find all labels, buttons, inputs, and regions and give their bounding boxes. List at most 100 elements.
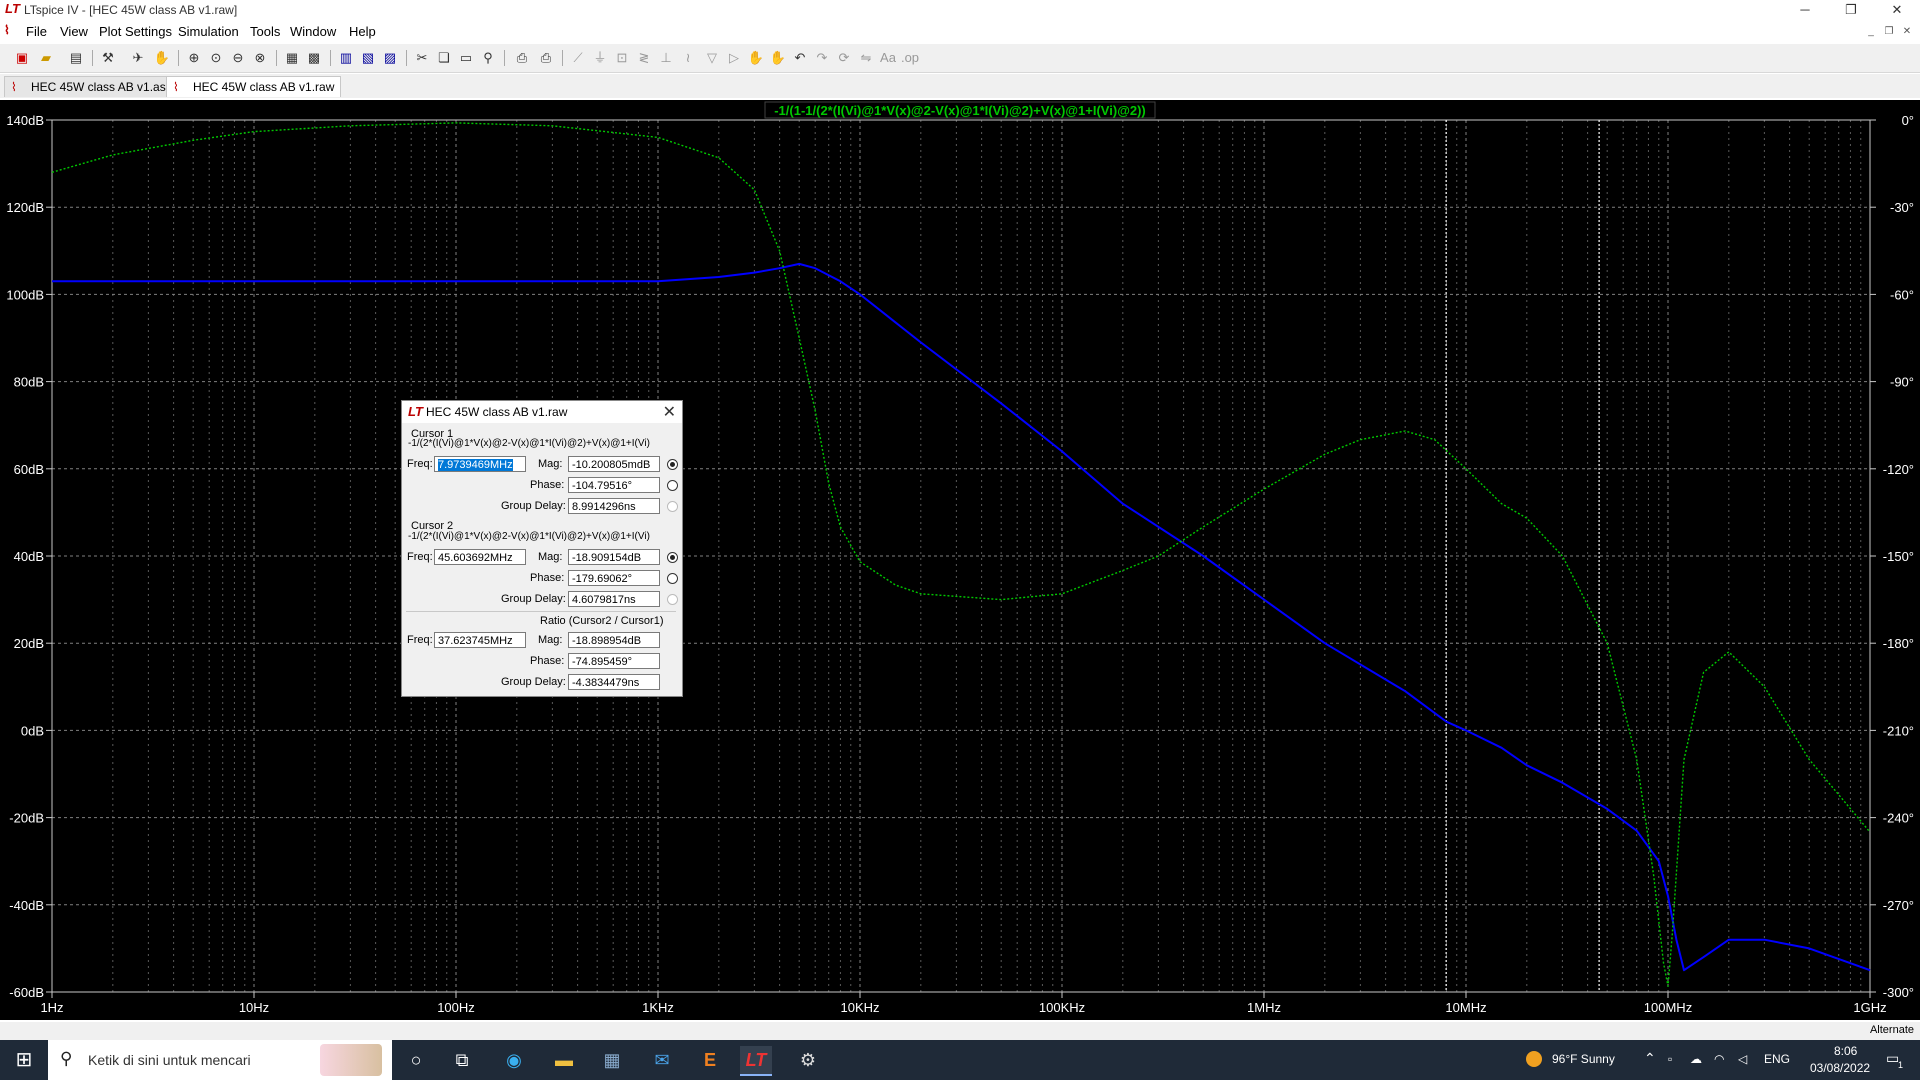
diode-icon[interactable]: ▽ (702, 48, 722, 68)
menu-help[interactable]: Help (349, 24, 376, 39)
redo-icon[interactable]: ↷ (812, 48, 832, 68)
clock-date[interactable]: 03/08/2022 (1810, 1061, 1870, 1075)
spice-directive-icon[interactable]: .op (900, 48, 920, 68)
tile-horizontal-icon[interactable]: ▥ (336, 48, 356, 68)
print-preview-icon[interactable]: ⎙ (512, 48, 532, 68)
cortana-icon[interactable]: ○ (400, 1046, 432, 1074)
menu-view[interactable]: View (60, 24, 88, 39)
cursor1-phase-field[interactable]: -104.79516° (568, 477, 660, 493)
cursor1-phase-radio[interactable] (667, 480, 678, 491)
ratio-mag-field[interactable]: -18.898954dB (568, 632, 660, 648)
bode-plot-svg[interactable]: 140dB 120dB 100dB 80dB 60dB 40dB 20dB 0dB -20dB -… (0, 100, 1920, 1020)
document-icon[interactable]: ⌇ (4, 23, 10, 37)
weather-text[interactable]: 96°F Sunny (1552, 1052, 1615, 1066)
cursor1-gd-field[interactable]: 8.9914296ns (568, 498, 660, 514)
text-icon[interactable]: Aa (878, 48, 898, 68)
cursor1-freq-label: Freq: (407, 458, 433, 470)
component-icon[interactable]: ▷ (724, 48, 744, 68)
drag-hand-icon[interactable]: ✋ (768, 48, 788, 68)
inductor-icon[interactable]: ≀ (678, 48, 698, 68)
mdi-minimize-button[interactable]: _ (1864, 26, 1878, 38)
tab-schematic[interactable]: ⌇ HEC 45W class AB v1.asc (4, 76, 179, 97)
ratio-phase-field[interactable]: -74.895459° (568, 653, 660, 669)
language-indicator[interactable]: ENG (1764, 1052, 1790, 1066)
undo-icon[interactable]: ↶ (790, 48, 810, 68)
waveform-plot[interactable]: 140dB 120dB 100dB 80dB 60dB 40dB 20dB 0dB -20dB -… (0, 100, 1920, 1020)
ratio-freq-field[interactable]: 37.623745MHz (434, 632, 526, 648)
move-hand-icon[interactable]: ✋ (746, 48, 766, 68)
clock-time[interactable]: 8:06 (1834, 1044, 1857, 1058)
run-icon[interactable]: ✈ (128, 48, 148, 68)
y-tick-label-right: -120° (1883, 462, 1914, 477)
paste-icon[interactable]: ▭ (456, 48, 476, 68)
menu-plot-settings[interactable]: Plot Settings (99, 24, 172, 39)
cursor1-gd-radio[interactable] (667, 501, 678, 512)
copy-icon[interactable]: ❏ (434, 48, 454, 68)
dialog-close-button[interactable]: ✕ (663, 402, 676, 422)
cursor1-freq-field[interactable]: 7.9739469MHz (434, 456, 526, 472)
app-gear-icon[interactable]: ⚙ (792, 1046, 824, 1074)
cursor1-mag-field[interactable]: -10.200805mdB (568, 456, 660, 472)
halt-hand-icon[interactable]: ✋ (152, 48, 172, 68)
cursor2-mag-radio[interactable] (667, 552, 678, 563)
weather-sun-icon[interactable] (1526, 1051, 1542, 1067)
store-icon[interactable]: ▦ (596, 1046, 628, 1074)
y-tick-label-left: -40dB (9, 898, 44, 913)
edge-browser-icon[interactable]: ◉ (498, 1046, 530, 1074)
taskbar: ⊞ ⚲ Ketik di sini untuk mencari ○ ⧉ ◉ ▬ … (0, 1040, 1920, 1080)
minimize-button[interactable]: ─ (1782, 0, 1828, 20)
label-net-icon[interactable]: ⊡ (612, 48, 632, 68)
menu-tools[interactable]: Tools (250, 24, 280, 39)
zoom-in-icon[interactable]: ⊕ (184, 48, 204, 68)
print-icon[interactable]: ⎙ (536, 48, 556, 68)
cursor2-phase-field[interactable]: -179.69062° (568, 570, 660, 586)
cursor2-freq-field[interactable]: 45.603692MHz (434, 549, 526, 565)
resistor-icon[interactable]: ≷ (634, 48, 654, 68)
zoom-out-icon[interactable]: ⊖ (228, 48, 248, 68)
mdi-restore-button[interactable]: ❐ (1882, 26, 1896, 38)
cursor2-mag-field[interactable]: -18.909154dB (568, 549, 660, 565)
volume-icon[interactable]: ◁ (1738, 1052, 1747, 1066)
tray-app-icon[interactable]: ▫ (1668, 1052, 1672, 1066)
rotate-icon[interactable]: ⟳ (834, 48, 854, 68)
file-explorer-icon[interactable]: ▬ (548, 1046, 580, 1074)
ground-icon[interactable]: ⏚ (590, 48, 610, 68)
cascade-icon[interactable]: ▧ (358, 48, 378, 68)
save-icon[interactable]: ▤ (66, 48, 86, 68)
ltspice-taskbar-icon[interactable]: LT (740, 1046, 772, 1076)
tile-vertical-icon[interactable]: ▨ (380, 48, 400, 68)
close-button[interactable]: ✕ (1874, 0, 1920, 20)
find-icon[interactable]: ⚲ (478, 48, 498, 68)
mirror-icon[interactable]: ⇋ (856, 48, 876, 68)
zoom-pan-icon[interactable]: ⊙ (206, 48, 226, 68)
trace-expression-label[interactable]: -1/(1-1/(2*(I(Vi)@1*V(x)@2-V(x)@1*I(Vi)@… (774, 103, 1146, 118)
menu-simulation[interactable]: Simulation (178, 24, 239, 39)
menu-file[interactable]: File (26, 24, 47, 39)
restore-button[interactable]: ❐ (1828, 0, 1874, 20)
cut-icon[interactable]: ✂ (412, 48, 432, 68)
cursor1-mag-radio[interactable] (667, 459, 678, 470)
windows-start-icon[interactable]: ⊞ (8, 1046, 40, 1074)
app-e-icon[interactable]: E (694, 1046, 726, 1074)
wifi-icon[interactable]: ◠ (1714, 1052, 1724, 1066)
mdi-close-button[interactable]: ✕ (1900, 26, 1914, 38)
menu-window[interactable]: Window (290, 24, 336, 39)
grid-icon[interactable]: ▩ (304, 48, 324, 68)
mail-icon[interactable]: ✉ (646, 1046, 678, 1074)
tray-chevron-icon[interactable]: ⌃ (1644, 1050, 1656, 1067)
cursor2-phase-radio[interactable] (667, 573, 678, 584)
taskbar-search-box[interactable]: ⚲ Ketik di sini untuk mencari (48, 1040, 392, 1080)
autorange-icon[interactable]: ▦ (282, 48, 302, 68)
ratio-gd-field[interactable]: -4.3834479ns (568, 674, 660, 690)
capacitor-icon[interactable]: ⊥ (656, 48, 676, 68)
wire-icon[interactable]: ⟋ (568, 48, 588, 68)
cursor2-gd-field[interactable]: 4.6079817ns (568, 591, 660, 607)
control-panel-icon[interactable]: ⚒ (98, 48, 118, 68)
zoom-fit-icon[interactable]: ⊗ (250, 48, 270, 68)
tab-waveform[interactable]: ⌇ HEC 45W class AB v1.raw (166, 76, 342, 97)
onedrive-icon[interactable]: ☁ (1690, 1052, 1702, 1066)
task-view-icon[interactable]: ⧉ (446, 1046, 478, 1074)
cursor2-gd-radio[interactable] (667, 594, 678, 605)
open-folder-icon[interactable]: ▰ (36, 48, 56, 68)
new-schematic-icon[interactable]: ▣ (12, 48, 32, 68)
